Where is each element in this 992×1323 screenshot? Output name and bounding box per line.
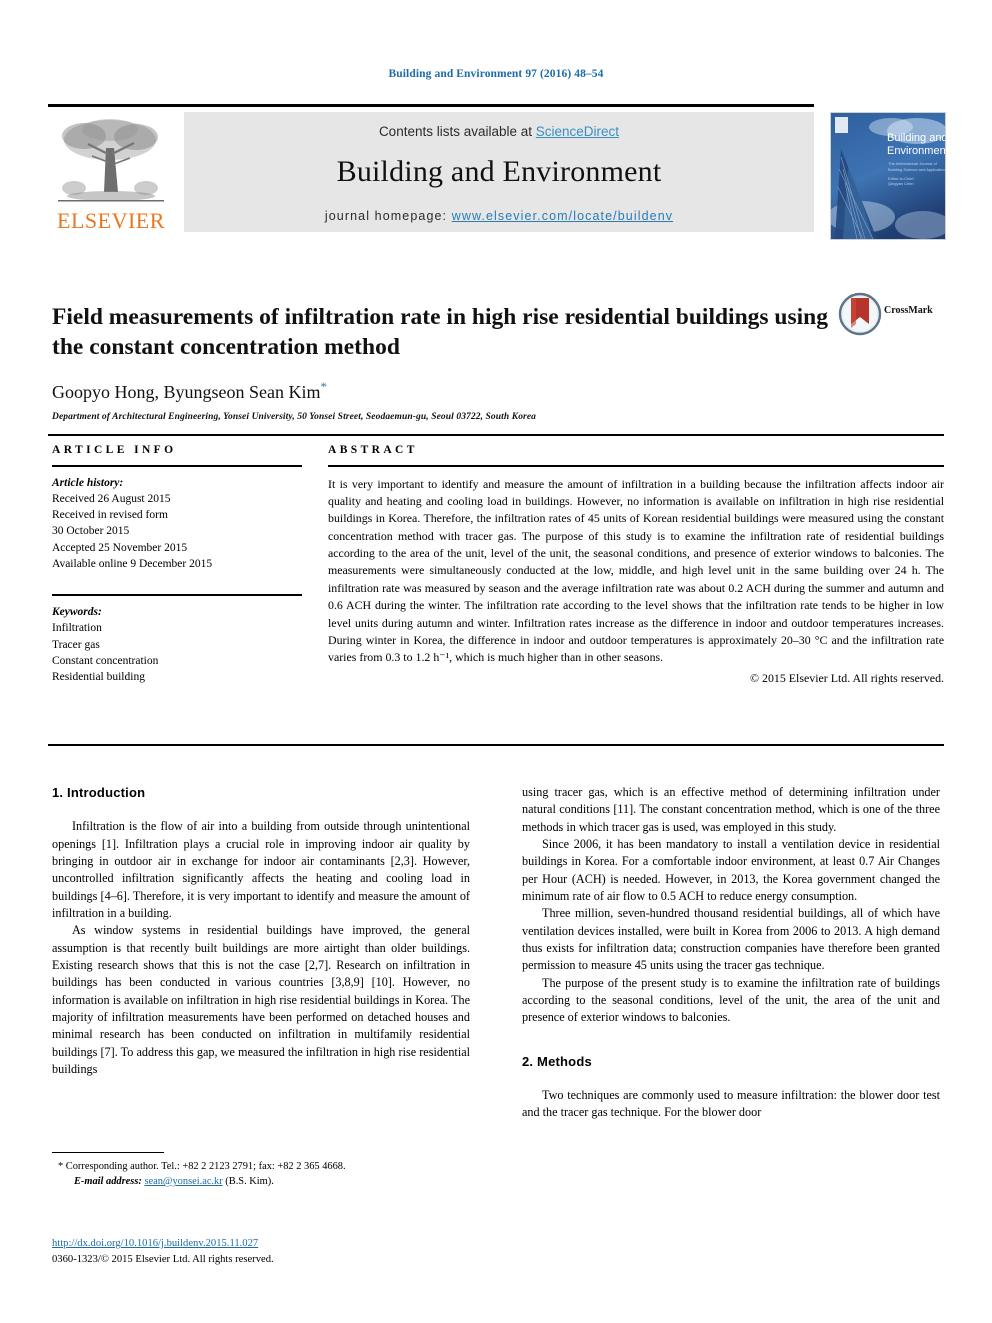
- svg-text:Environment: Environment: [887, 145, 945, 157]
- keyword-item: Residential building: [52, 671, 145, 684]
- section-heading-methods: 2. Methods: [522, 1053, 592, 1069]
- cover-artwork: Building and Environment The Internation…: [831, 113, 945, 239]
- elsevier-tree-icon: [58, 119, 164, 202]
- paragraph-text: Since 2006, it has been mandatory to ins…: [522, 836, 940, 903]
- email-note: E-mail address: sean@yonsei.ac.kr (B.S. …: [52, 1174, 470, 1189]
- journal-cover-thumbnail: Building and Environment The Internation…: [830, 112, 946, 240]
- footnote-rule: [52, 1152, 164, 1153]
- right-column: using tracer gas, which is an effective …: [522, 784, 940, 1122]
- paragraph-text: Infiltration is the flow of air into a b…: [52, 819, 470, 921]
- paragraph: The purpose of the present study is to e…: [522, 975, 940, 1027]
- svg-text:Building Science and Applicati: Building Science and Applications: [888, 167, 945, 172]
- abstract-rule: [328, 465, 944, 467]
- email-label: E-mail address:: [74, 1176, 142, 1188]
- history-item: 30 October 2015: [52, 525, 130, 538]
- svg-text:Qingyan Chen: Qingyan Chen: [888, 181, 914, 186]
- author-list: Goopyo Hong, Byungseon Sean Kim*: [52, 379, 832, 403]
- elsevier-logo: ELSEVIER: [48, 114, 174, 232]
- journal-homepage-link[interactable]: www.elsevier.com/locate/buildenv: [452, 209, 673, 223]
- masthead-band: Contents lists available at ScienceDirec…: [184, 112, 814, 232]
- crossmark-badge[interactable]: CrossMark: [838, 292, 948, 338]
- keyword-item: Infiltration: [52, 622, 102, 635]
- body-columns: 1. Introduction Infiltration is the flow…: [52, 784, 944, 1164]
- corresponding-author-note: * Corresponding author. Tel.: +82 2 2123…: [58, 1161, 346, 1172]
- paper-page: Building and Environment 97 (2016) 48–54: [0, 0, 992, 1323]
- paragraph-text: Two techniques are commonly used to meas…: [522, 1088, 940, 1120]
- abstract-text: It is very important to identify and mea…: [328, 476, 944, 665]
- paragraph: Since 2006, it has been mandatory to ins…: [522, 836, 940, 905]
- homepage-prefix: journal homepage:: [324, 209, 452, 223]
- publication-footer: http://dx.doi.org/10.1016/j.buildenv.201…: [52, 1236, 552, 1268]
- info-top-rule: [48, 434, 944, 436]
- history-item: Received in revised form: [52, 509, 168, 522]
- journal-masthead: ELSEVIER Contents lists available at Sci…: [48, 104, 946, 240]
- sciencedirect-link[interactable]: ScienceDirect: [536, 124, 619, 139]
- paragraph-text: As window systems in residential buildin…: [52, 923, 470, 1077]
- corresponding-author-marker: *: [320, 378, 328, 394]
- paragraph-text: The purpose of the present study is to e…: [522, 975, 940, 1025]
- section-heading-introduction: 1. Introduction: [52, 785, 146, 800]
- paragraph-text: using tracer gas, which is an effective …: [522, 785, 940, 834]
- crossmark-icon[interactable]: [838, 292, 882, 336]
- left-column: 1. Introduction Infiltration is the flow…: [52, 784, 470, 1078]
- article-history-label: Article history:: [52, 476, 124, 489]
- page-title: Field measurements of infiltration rate …: [52, 303, 828, 361]
- history-item: Accepted 25 November 2015: [52, 541, 188, 554]
- keyword-item: Tracer gas: [52, 638, 100, 651]
- keywords-rule: [52, 594, 302, 596]
- journal-title: Building and Environment: [336, 155, 662, 188]
- keyword-item: Constant concentration: [52, 654, 159, 667]
- paragraph: Infiltration is the flow of air into a b…: [52, 818, 470, 922]
- paragraph: Three million, seven-hundred thousand re…: [522, 905, 940, 974]
- article-history: Article history: Received 26 August 2015…: [52, 475, 302, 573]
- keywords-label: Keywords:: [52, 605, 102, 618]
- article-info-rule: [52, 465, 302, 467]
- issn-copyright: 0360-1323/© 2015 Elsevier Ltd. All right…: [52, 1253, 274, 1265]
- journal-homepage-line: journal homepage: www.elsevier.com/locat…: [184, 209, 814, 223]
- svg-text:Building and: Building and: [887, 132, 945, 144]
- abstract-block: ABSTRACT It is very important to identif…: [328, 444, 944, 686]
- keywords-block: Keywords: Infiltration Tracer gas Consta…: [52, 594, 302, 685]
- email-link[interactable]: sean@yonsei.ac.kr: [144, 1176, 222, 1187]
- paragraph: As window systems in residential buildin…: [52, 922, 470, 1078]
- columns-top-rule: [48, 744, 944, 746]
- abstract-copyright: © 2015 Elsevier Ltd. All rights reserved…: [750, 670, 944, 685]
- author-names: Goopyo Hong, Byungseon Sean Kim: [52, 381, 321, 402]
- contents-prefix: Contents lists available at: [378, 124, 536, 139]
- doi-link[interactable]: http://dx.doi.org/10.1016/j.buildenv.201…: [52, 1238, 258, 1249]
- footnote-block: * Corresponding author. Tel.: +82 2 2123…: [52, 1152, 470, 1189]
- history-item: Received 26 August 2015: [52, 492, 171, 505]
- paragraph-text: Three million, seven-hundred thousand re…: [522, 906, 940, 973]
- svg-text:The International Journal of: The International Journal of: [888, 161, 938, 166]
- article-info-block: ARTICLE INFO Article history: Received 2…: [52, 444, 302, 686]
- title-block: Field measurements of infiltration rate …: [52, 286, 832, 422]
- affiliation: Department of Architectural Engineering,…: [52, 411, 537, 422]
- article-info-heading: ARTICLE INFO: [52, 444, 177, 456]
- elsevier-wordmark: ELSEVIER: [57, 208, 165, 233]
- running-head: Building and Environment 97 (2016) 48–54: [388, 68, 604, 80]
- paragraph: using tracer gas, which is an effective …: [522, 784, 940, 836]
- paragraph: Two techniques are commonly used to meas…: [522, 1087, 940, 1122]
- contents-line: Contents lists available at ScienceDirec…: [184, 124, 814, 139]
- crossmark-label: CrossMark: [884, 305, 933, 316]
- email-suffix: (B.S. Kim).: [225, 1176, 274, 1188]
- history-item: Available online 9 December 2015: [52, 558, 213, 571]
- masthead-top-rule: [48, 104, 814, 107]
- abstract-heading: ABSTRACT: [328, 444, 418, 456]
